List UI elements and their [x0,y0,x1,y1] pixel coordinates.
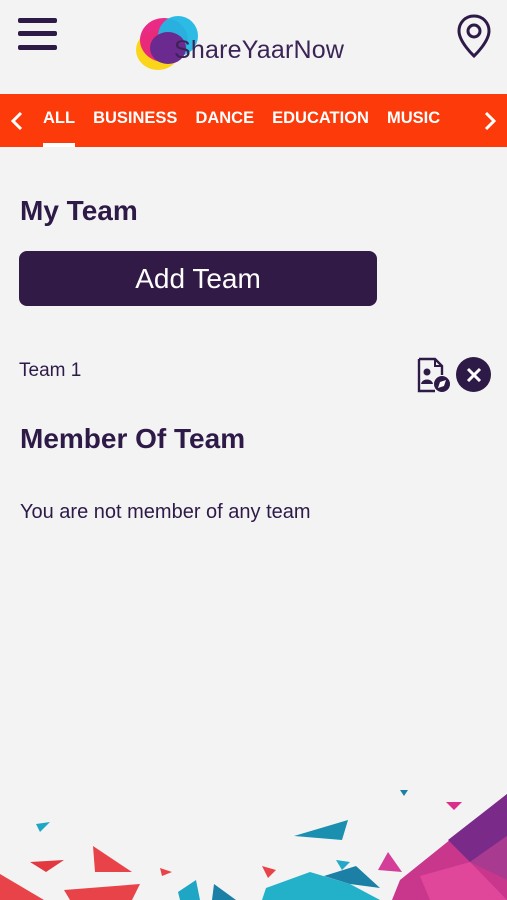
chevron-left-icon[interactable] [0,94,34,147]
app-header: ShareYaarNow [0,0,507,94]
hamburger-menu-icon[interactable] [18,18,58,54]
edit-document-icon[interactable] [415,357,451,393]
tab-education[interactable]: EDUCATION [272,94,369,147]
logo-text: ShareYaarNow [174,36,345,64]
tab-music[interactable]: MUSIC [387,94,440,147]
app-logo: ShareYaarNow [134,12,384,72]
my-team-title: My Team [20,195,138,226]
chevron-right-icon[interactable] [473,94,507,147]
tab-business[interactable]: BUSINESS [93,94,177,147]
member-of-team-title: Member Of Team [20,423,246,454]
team-row: Team 1 [19,357,491,393]
empty-state-message: You are not member of any team [20,501,311,523]
category-bar: ALL BUSINESS DANCE EDUCATION MUSIC [0,94,507,147]
tab-all[interactable]: ALL [43,94,76,147]
category-tabs: ALL BUSINESS DANCE EDUCATION MUSIC [43,94,468,147]
decorative-shapes [0,790,507,900]
add-team-button[interactable]: Add Team [19,251,377,306]
tab-dance[interactable]: DANCE [195,94,254,147]
close-circle-icon[interactable] [456,357,491,392]
team-name: Team 1 [19,360,82,381]
map-pin-icon[interactable] [456,13,492,59]
